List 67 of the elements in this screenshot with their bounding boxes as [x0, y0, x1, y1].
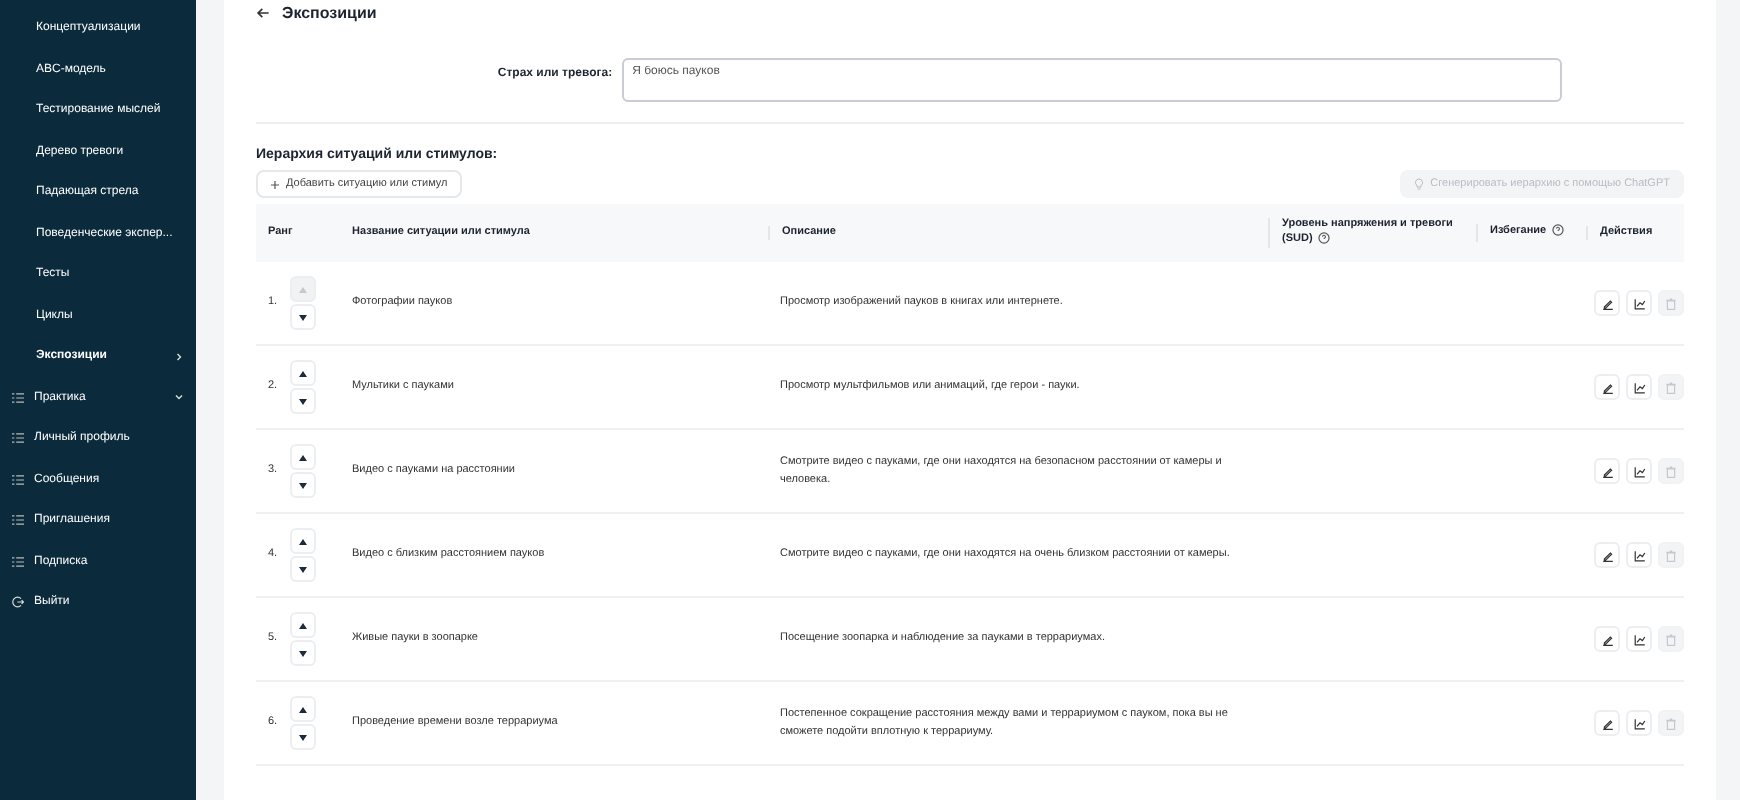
down-arrow-icon	[297, 733, 308, 741]
chart-button[interactable]	[1626, 290, 1652, 316]
back-arrow-icon[interactable]	[256, 5, 270, 19]
chart-button[interactable]	[1626, 374, 1652, 400]
lightbulb-icon	[1414, 178, 1425, 190]
page-title: Экспозиции	[282, 3, 377, 21]
list-icon	[12, 514, 24, 527]
help-icon[interactable]	[1318, 232, 1331, 245]
chart-icon	[1633, 465, 1645, 477]
move-down-button[interactable]	[289, 388, 316, 414]
trash-icon	[1666, 717, 1676, 729]
pencil-icon	[1601, 549, 1613, 561]
move-up-button[interactable]	[289, 360, 316, 386]
list-icon	[12, 555, 24, 568]
help-icon[interactable]	[1552, 224, 1565, 237]
list-icon	[12, 473, 24, 486]
move-up-button[interactable]	[289, 528, 316, 554]
up-arrow-icon	[297, 537, 308, 545]
chart-icon	[1633, 549, 1645, 561]
trash-icon	[1666, 381, 1676, 393]
move-down-button[interactable]	[289, 640, 316, 666]
list-icon	[12, 432, 24, 445]
down-arrow-icon	[297, 397, 308, 405]
chart-icon	[1633, 297, 1645, 309]
chevron-icon	[174, 351, 184, 362]
move-down-button[interactable]	[289, 472, 316, 498]
up-arrow-icon	[297, 285, 308, 293]
move-down-button[interactable]	[289, 304, 316, 330]
up-arrow-icon	[297, 621, 308, 629]
edit-button[interactable]	[1594, 710, 1620, 736]
pencil-icon	[1601, 381, 1613, 393]
trash-icon	[1666, 297, 1676, 309]
pencil-icon	[1601, 465, 1613, 477]
down-arrow-icon	[297, 649, 308, 657]
pencil-icon	[1601, 633, 1613, 645]
chart-icon	[1633, 717, 1645, 729]
trash-icon	[1666, 633, 1676, 645]
chart-button[interactable]	[1626, 626, 1652, 652]
up-arrow-icon	[297, 453, 308, 461]
edit-button[interactable]	[1594, 626, 1620, 652]
move-up-button[interactable]	[289, 696, 316, 722]
chevron-icon	[174, 392, 184, 403]
logout-icon	[12, 596, 24, 609]
chart-icon	[1633, 633, 1645, 645]
chart-icon	[1633, 381, 1645, 393]
up-arrow-icon	[297, 369, 308, 377]
up-arrow-icon	[297, 705, 308, 713]
chart-button[interactable]	[1626, 458, 1652, 484]
down-arrow-icon	[297, 313, 308, 321]
list-icon	[12, 391, 24, 404]
edit-button[interactable]	[1594, 290, 1620, 316]
edit-button[interactable]	[1594, 458, 1620, 484]
move-down-button[interactable]	[289, 556, 316, 582]
chart-button[interactable]	[1626, 542, 1652, 568]
move-down-button[interactable]	[289, 724, 316, 750]
pencil-icon	[1601, 297, 1613, 309]
trash-icon	[1666, 465, 1676, 477]
down-arrow-icon	[297, 481, 308, 489]
pencil-icon	[1601, 717, 1613, 729]
move-up-button[interactable]	[289, 612, 316, 638]
chart-button[interactable]	[1626, 710, 1652, 736]
down-arrow-icon	[297, 565, 308, 573]
edit-button[interactable]	[1594, 542, 1620, 568]
plus-icon	[270, 179, 280, 189]
move-up-button[interactable]	[289, 444, 316, 470]
edit-button[interactable]	[1594, 374, 1620, 400]
trash-icon	[1666, 549, 1676, 561]
